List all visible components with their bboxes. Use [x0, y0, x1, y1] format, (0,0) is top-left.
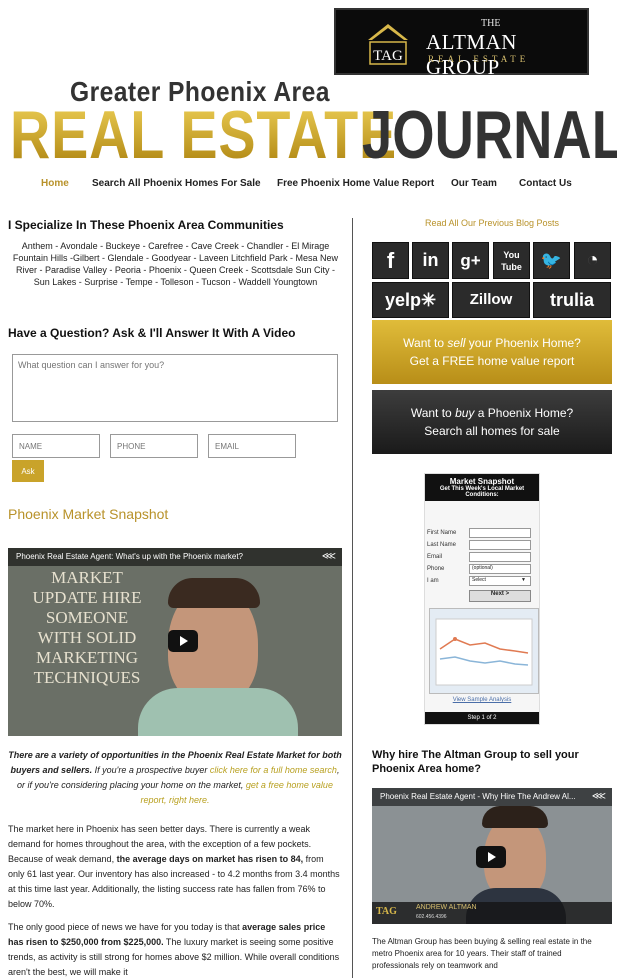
play-button-icon[interactable]	[168, 630, 198, 652]
intro-mid: If you're a prospective buyer	[92, 765, 210, 775]
market-snapshot-heading: Phoenix Market Snapshot	[8, 506, 169, 522]
snapshot-title: Market Snapshot	[449, 477, 515, 486]
zillow-icon[interactable]: Zillow	[452, 282, 530, 318]
sell-cta-text-3: Get a FREE home value report	[409, 354, 575, 368]
sample-chart-icon	[435, 618, 533, 686]
sell-cta-text-2: your Phoenix Home?	[465, 336, 581, 350]
why-hire-video-player[interactable]: Phoenix Real Estate Agent - Why Hire The…	[372, 788, 612, 924]
snap-phone-label: Phone	[427, 566, 445, 572]
linkedin-icon[interactable]: in	[412, 242, 449, 279]
name-field[interactable]	[12, 434, 100, 458]
snap-email-label: Email	[427, 554, 443, 560]
sell-cta-text-1: Want to	[403, 336, 448, 350]
presenter-hair	[168, 578, 260, 608]
snap-email-input[interactable]	[469, 552, 531, 562]
video2-lower-third: TAG ANDREW ALTMAN 602.456.4396	[372, 902, 612, 924]
question-textarea[interactable]	[12, 354, 338, 422]
nav-search-homes[interactable]: Search All Phoenix Homes For Sale	[92, 178, 261, 189]
tag-house-logo-icon: TAG	[368, 24, 408, 65]
market-paragraph-2: The only good piece of news we have for …	[8, 920, 342, 980]
why-hire-heading: Why hire The Altman Group to sell your P…	[372, 749, 579, 775]
buy-cta-text-3: Search all homes for sale	[424, 424, 560, 438]
intro-paragraph: There are a variety of opportunities in …	[8, 748, 342, 808]
facebook-icon[interactable]: f	[372, 242, 409, 279]
nav-home[interactable]: Home	[41, 178, 69, 189]
googleplus-icon[interactable]: g+	[452, 242, 489, 279]
video-overlay-text: MARKET UPDATE HIRE SOMEONE WITH SOLID MA…	[32, 568, 142, 687]
market-snapshot-widget: Market Snapshot Get This Week's Local Ma…	[424, 473, 540, 725]
snap-iam-label: I am	[427, 578, 439, 584]
sell-home-cta[interactable]: Want to sell your Phoenix Home? Get a FR…	[372, 320, 612, 384]
buy-cta-text-2: a Phoenix Home?	[474, 406, 574, 420]
snap-first-input[interactable]	[469, 528, 531, 538]
video2-phone: 602.456.4396	[416, 914, 447, 920]
snap-next-button[interactable]: Next >	[469, 590, 531, 602]
logo-the: THE	[481, 18, 501, 29]
youtube-icon[interactable]: You Tube	[493, 242, 530, 279]
chevron-down-icon: ▼	[521, 577, 526, 583]
full-home-search-link[interactable]: click here for a full home search	[210, 765, 337, 775]
question-heading: Have a Question? Ask & I'll Answer It Wi…	[8, 326, 296, 340]
masthead-real-estate: REAL ESTATE	[10, 97, 397, 173]
nav-contact-us[interactable]: Contact Us	[519, 178, 572, 189]
snap-select-value: Select	[472, 577, 486, 583]
main-column: I Specialize In These Phoenix Area Commu…	[8, 218, 343, 977]
snap-last-label: Last Name	[427, 542, 457, 548]
logo-tag-text: TAG	[373, 48, 403, 64]
snap-phone-input[interactable]: (optional)	[469, 564, 531, 574]
yelp-icon[interactable]: yelp✳	[372, 282, 449, 318]
sell-cta-emphasis: sell	[447, 336, 466, 350]
snap-optional-note: (optional)	[472, 565, 493, 571]
buy-cta-text-1: Want to	[410, 406, 456, 420]
why-hire-text: The Altman Group has been buying & selli…	[372, 937, 592, 970]
rss-icon[interactable]: ◔	[574, 242, 611, 279]
presenter-shirt	[138, 688, 298, 736]
communities-list: Anthem - Avondale - Buckeye - Carefree -…	[12, 241, 339, 287]
snapshot-subtitle: Get This Week's Local Market Conditions:	[439, 486, 525, 498]
video-title: Phoenix Real Estate Agent: What's up wit…	[16, 552, 243, 561]
video-title-bar: Phoenix Real Estate Agent: What's up wit…	[8, 548, 342, 566]
share-icon-2[interactable]: ⋘	[592, 791, 606, 802]
presenter-hair-2	[482, 806, 548, 828]
snap-first-label: First Name	[427, 530, 457, 536]
snap-iam-select[interactable]: Select ▼	[469, 576, 531, 586]
video2-logo: TAG	[376, 906, 397, 917]
phone-field[interactable]	[110, 434, 198, 458]
video2-title: Phoenix Real Estate Agent - Why Hire The…	[380, 792, 576, 801]
nav-home-value-report[interactable]: Free Phoenix Home Value Report	[277, 178, 434, 189]
masthead-title[interactable]: REAL ESTATE JOURNAL	[10, 96, 617, 173]
buy-home-cta[interactable]: Want to buy a Phoenix Home? Search all h…	[372, 390, 612, 454]
view-sample-analysis-link[interactable]: View Sample Analysis	[425, 697, 539, 703]
sidebar: Read All Our Previous Blog Posts f in g+…	[372, 218, 612, 970]
snapshot-step: Step 1 of 2	[425, 712, 539, 724]
twitter-icon[interactable]: 🐦	[533, 242, 570, 279]
snapshot-header: Market Snapshot Get This Week's Local Ma…	[425, 474, 539, 501]
altman-group-logo[interactable]: TAG THE ALTMAN GROUP REAL ESTATE	[334, 8, 589, 79]
masthead-journal: JOURNAL	[362, 97, 617, 173]
email-field[interactable]	[208, 434, 296, 458]
communities-heading: I Specialize In These Phoenix Area Commu…	[8, 218, 284, 232]
market-paragraph-1: The market here in Phoenix has seen bett…	[8, 822, 342, 912]
play-button-icon-2[interactable]	[476, 846, 506, 868]
video2-name: ANDREW ALTMAN	[416, 904, 477, 911]
snapshot-chart-image	[429, 608, 539, 694]
trulia-icon[interactable]: trulia	[533, 282, 611, 318]
snap-last-input[interactable]	[469, 540, 531, 550]
p1-bold: the average days on market has risen to …	[116, 854, 304, 864]
logo-subtitle: REAL ESTATE	[428, 54, 530, 64]
market-video-player[interactable]: MARKET UPDATE HIRE SOMEONE WITH SOLID MA…	[8, 548, 342, 736]
column-divider	[352, 218, 353, 978]
p2-text-a: The only good piece of news we have for …	[8, 922, 243, 932]
ask-button[interactable]: Ask	[12, 460, 44, 482]
video2-title-bar: Phoenix Real Estate Agent - Why Hire The…	[372, 788, 612, 806]
share-icon[interactable]: ⋘	[322, 551, 336, 562]
nav-our-team[interactable]: Our Team	[451, 178, 497, 189]
buy-cta-emphasis: buy	[455, 406, 475, 420]
previous-blog-posts-link[interactable]: Read All Our Previous Blog Posts	[372, 218, 612, 228]
